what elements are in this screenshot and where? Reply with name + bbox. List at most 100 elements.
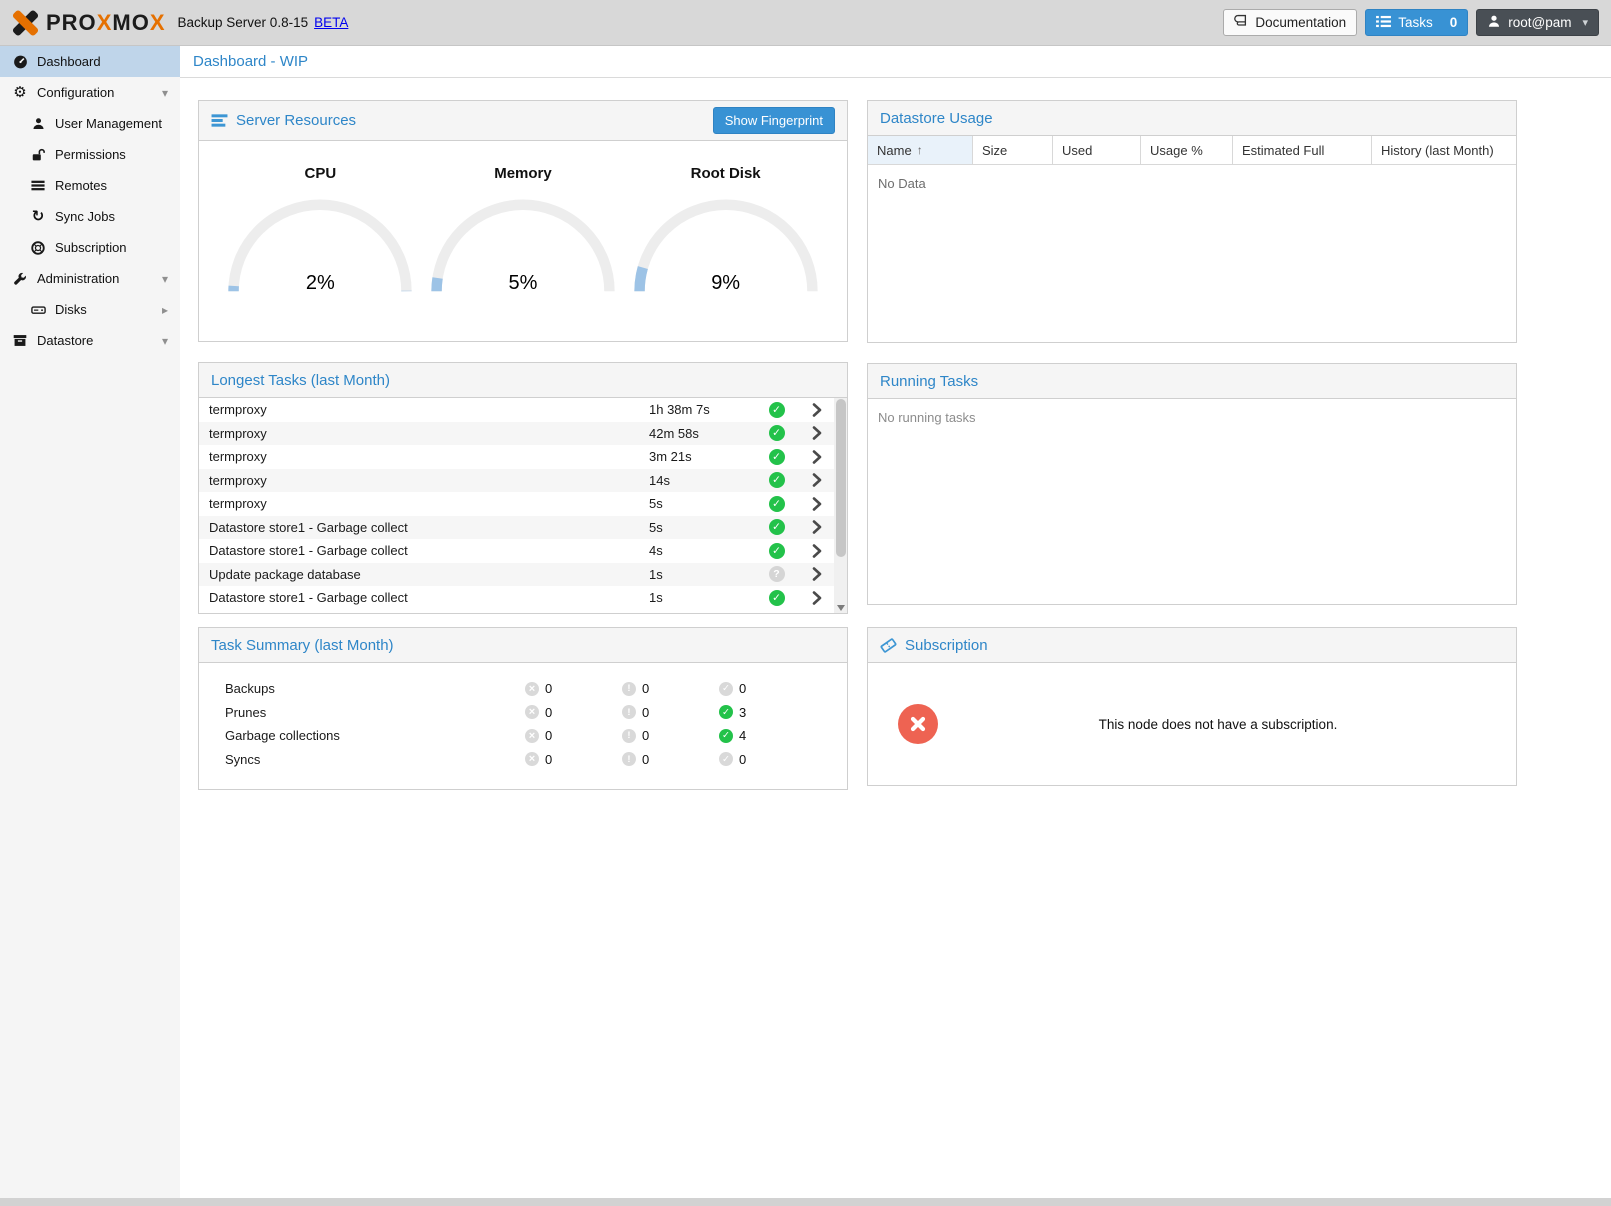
- chevron-right-icon[interactable]: [799, 591, 834, 605]
- scroll-down-arrow[interactable]: [837, 605, 845, 611]
- task-row[interactable]: Datastore store1 - Garbage collect 4s: [199, 539, 834, 563]
- memory-gauge: Memory 5%: [428, 159, 618, 341]
- status-ok-icon: [769, 402, 785, 418]
- no-subscription-icon: [898, 704, 938, 744]
- server-resources-icon: [211, 113, 228, 128]
- status-ok-icon: [769, 496, 785, 512]
- sidebar-item-remotes[interactable]: Remotes: [0, 170, 180, 201]
- chevron-right-icon[interactable]: [799, 426, 834, 440]
- ok-count-icon: [719, 752, 733, 766]
- sidebar-item-administration[interactable]: Administration: [0, 263, 180, 294]
- sidebar-item-sync-jobs[interactable]: ↻ Sync Jobs: [0, 201, 180, 232]
- warning-count-icon: [622, 705, 636, 719]
- task-row[interactable]: termproxy 14s: [199, 469, 834, 493]
- column-header-used[interactable]: Used: [1053, 136, 1141, 164]
- status-ok-icon: [769, 449, 785, 465]
- sidebar-item-label: Sync Jobs: [55, 209, 172, 224]
- error-count-icon: [525, 705, 539, 719]
- chevron-right-icon[interactable]: [799, 520, 834, 534]
- no-running-tasks-text: No running tasks: [868, 399, 1516, 436]
- sidebar-item-subscription[interactable]: Subscription: [0, 232, 180, 263]
- column-header-history[interactable]: History (last Month): [1372, 136, 1516, 164]
- column-header-name[interactable]: Name↑: [868, 136, 973, 164]
- column-header-usage-pct[interactable]: Usage %: [1141, 136, 1233, 164]
- panel-title: Longest Tasks (last Month): [211, 372, 390, 389]
- archive-icon: [10, 334, 30, 347]
- sidebar-item-permissions[interactable]: Permissions: [0, 139, 180, 170]
- server-resources-panel: Server Resources Show Fingerprint CPU 2%: [198, 100, 848, 342]
- sidebar-item-dashboard[interactable]: Dashboard: [0, 46, 180, 77]
- ticket-icon: [880, 637, 897, 654]
- memory-gauge-value: 5%: [428, 272, 618, 295]
- panel-title: Task Summary (last Month): [211, 637, 394, 654]
- chevron-right-icon[interactable]: [799, 544, 834, 558]
- chevron-right-icon[interactable]: [799, 403, 834, 417]
- chevron-down-icon: ▾: [1582, 16, 1588, 29]
- status-ok-icon: [769, 543, 785, 559]
- brand-wordmark: PROXMOX: [46, 10, 166, 36]
- empty-table-text: No Data: [868, 165, 1516, 202]
- task-row[interactable]: Datastore store1 - Garbage collect 1s: [199, 586, 834, 610]
- chevron-right-icon[interactable]: [799, 450, 834, 464]
- warning-count-icon: [622, 752, 636, 766]
- error-count-icon: [525, 729, 539, 743]
- sidebar: Dashboard ⚙ Configuration User Managemen…: [0, 46, 180, 1198]
- sidebar-item-label: Configuration: [37, 85, 158, 100]
- column-header-estimated-full[interactable]: Estimated Full: [1233, 136, 1372, 164]
- task-list-icon: [1376, 15, 1391, 31]
- subscription-message: This node does not have a subscription.: [938, 717, 1498, 732]
- chevron-right-icon[interactable]: [799, 567, 834, 581]
- beta-link[interactable]: BETA: [314, 15, 348, 30]
- user-menu-button[interactable]: root@pam ▾: [1476, 9, 1599, 36]
- running-tasks-panel: Running Tasks No running tasks: [867, 363, 1517, 605]
- task-row[interactable]: termproxy 1h 38m 7s: [199, 398, 834, 422]
- status-ok-icon: [769, 590, 785, 606]
- proxmox-logo: PROXMOX: [10, 8, 166, 38]
- panel-title: Running Tasks: [880, 373, 978, 390]
- scrollbar-thumb[interactable]: [836, 399, 846, 557]
- task-row[interactable]: Update package database 1s: [199, 563, 834, 587]
- datastore-usage-panel: Datastore Usage Name↑ Size Used Usage % …: [867, 100, 1517, 343]
- vertical-scrollbar[interactable]: [834, 398, 847, 613]
- sidebar-item-configuration[interactable]: ⚙ Configuration: [0, 77, 180, 108]
- show-fingerprint-button[interactable]: Show Fingerprint: [713, 107, 835, 134]
- summary-row: Prunes 0 0 3: [199, 701, 847, 725]
- task-row[interactable]: termproxy 3m 21s: [199, 445, 834, 469]
- main-content: Dashboard - WIP Server Resources Show Fi…: [180, 46, 1611, 1198]
- sidebar-item-label: Datastore: [37, 333, 158, 348]
- chevron-down-icon: [158, 272, 172, 286]
- hdd-icon: [28, 303, 48, 316]
- chevron-right-icon[interactable]: [799, 473, 834, 487]
- wrench-icon: [10, 272, 30, 286]
- server-list-icon: [28, 179, 48, 192]
- sidebar-item-user-management[interactable]: User Management: [0, 108, 180, 139]
- root-disk-gauge: Root Disk 9%: [631, 159, 821, 341]
- task-row[interactable]: termproxy 5s: [199, 492, 834, 516]
- panel-title: Datastore Usage: [880, 110, 993, 127]
- documentation-button[interactable]: Documentation: [1223, 9, 1357, 36]
- error-count-icon: [525, 682, 539, 696]
- sidebar-item-datastore[interactable]: Datastore: [0, 325, 180, 356]
- status-ok-icon: [769, 472, 785, 488]
- column-header-size[interactable]: Size: [973, 136, 1053, 164]
- tasks-button[interactable]: Tasks 0: [1365, 9, 1468, 36]
- sidebar-item-label: User Management: [55, 116, 172, 131]
- top-bar: PROXMOX Backup Server 0.8-15 BETA Docume…: [0, 0, 1611, 46]
- task-row[interactable]: Datastore store1 - Garbage collect 5s: [199, 516, 834, 540]
- longest-tasks-panel: Longest Tasks (last Month) termproxy 1h …: [198, 362, 848, 614]
- cpu-gauge-value: 2%: [225, 272, 415, 295]
- unlock-icon: [28, 148, 48, 162]
- task-row[interactable]: termproxy 42m 58s: [199, 422, 834, 446]
- page-title-bar: Dashboard - WIP: [180, 46, 1611, 78]
- product-name: Backup Server 0.8-15: [178, 15, 309, 30]
- summary-row: Syncs 0 0 0: [199, 748, 847, 772]
- gears-icon: ⚙: [10, 85, 30, 100]
- tachometer-icon: [10, 54, 30, 69]
- status-ok-icon: [769, 425, 785, 441]
- sidebar-item-label: Dashboard: [37, 54, 172, 69]
- sidebar-item-label: Administration: [37, 271, 158, 286]
- sort-asc-icon: ↑: [917, 143, 923, 157]
- sidebar-item-disks[interactable]: Disks: [0, 294, 180, 325]
- sidebar-item-label: Remotes: [55, 178, 172, 193]
- chevron-right-icon[interactable]: [799, 497, 834, 511]
